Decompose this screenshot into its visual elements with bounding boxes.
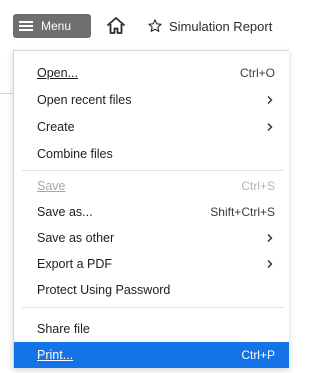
menu-item-open-recent-files[interactable]: Open recent files bbox=[14, 87, 289, 113]
menu-item-label: Combine files bbox=[37, 147, 113, 161]
top-toolbar: Menu Simulation Report bbox=[0, 0, 289, 50]
menu-item-save-as[interactable]: Save as... Shift+Ctrl+S bbox=[14, 199, 289, 225]
hamburger-icon bbox=[19, 21, 33, 31]
menu-separator bbox=[22, 307, 284, 308]
menu-button-label: Menu bbox=[41, 19, 72, 33]
star-icon[interactable] bbox=[147, 18, 163, 34]
menu-item-export-pdf[interactable]: Export a PDF bbox=[14, 251, 289, 277]
home-icon bbox=[107, 17, 125, 34]
menu-item-shortcut: Ctrl+P bbox=[241, 348, 275, 362]
chevron-right-icon bbox=[267, 260, 273, 268]
menu-item-label: Open recent files bbox=[37, 93, 132, 107]
menu-item-label: Print... bbox=[37, 348, 74, 362]
menu-separator bbox=[22, 170, 284, 171]
menu-item-label: Save as other bbox=[37, 231, 115, 245]
tab-document[interactable]: Simulation Report bbox=[147, 14, 289, 38]
chevron-right-icon bbox=[267, 96, 273, 104]
menu-item-shortcut: Ctrl+O bbox=[239, 66, 275, 80]
menu-item-share-file[interactable]: Share file bbox=[14, 316, 289, 342]
tab-title: Simulation Report bbox=[169, 18, 273, 34]
menu-item-label: Save bbox=[37, 179, 66, 193]
menu-item-shortcut: Ctrl+S bbox=[241, 179, 275, 193]
menu-item-label: Share file bbox=[37, 322, 90, 336]
chevron-right-icon bbox=[267, 234, 273, 242]
menu-item-combine-files[interactable]: Combine files bbox=[14, 141, 289, 167]
menu-item-protect-password[interactable]: Protect Using Password bbox=[14, 277, 289, 303]
menu-item-save[interactable]: Save Ctrl+S bbox=[14, 173, 289, 199]
menu-item-label: Open... bbox=[37, 66, 78, 80]
menu-button[interactable]: Menu bbox=[13, 14, 91, 38]
home-button[interactable] bbox=[104, 14, 128, 38]
menu-item-label: Save as... bbox=[37, 205, 93, 219]
menu-item-create[interactable]: Create bbox=[14, 114, 289, 140]
menu-item-open[interactable]: Open... Ctrl+O bbox=[14, 60, 289, 86]
menu-item-print[interactable]: Print... Ctrl+P bbox=[14, 342, 289, 368]
divider bbox=[0, 93, 13, 94]
menu-item-label: Create bbox=[37, 120, 75, 134]
menu-item-shortcut: Shift+Ctrl+S bbox=[210, 205, 275, 219]
menu-item-label: Export a PDF bbox=[37, 257, 113, 271]
menu-item-label: Protect Using Password bbox=[37, 283, 171, 297]
menu-dropdown: Open... Ctrl+O Open recent files Create … bbox=[13, 50, 289, 368]
chevron-right-icon bbox=[267, 123, 273, 131]
menu-item-save-as-other[interactable]: Save as other bbox=[14, 225, 289, 251]
